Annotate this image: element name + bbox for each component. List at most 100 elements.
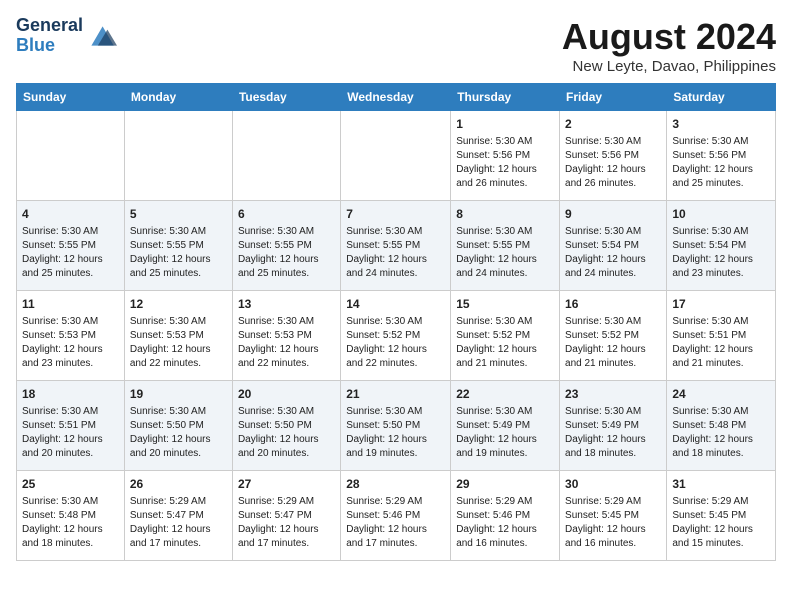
calendar-cell: 2 Sunrise: 5:30 AMSunset: 5:56 PMDaylight… xyxy=(560,111,667,201)
calendar-cell: 14Sunrise: 5:30 AMSunset: 5:52 PMDayligh… xyxy=(341,291,451,381)
day-detail: Sunrise: 5:30 AMSunset: 5:48 PMDaylight:… xyxy=(672,405,770,461)
calendar-cell: 10 Sunrise: 5:30 AMSunset: 5:54 PMDayligh… xyxy=(667,201,776,291)
calendar-week-row: 4 Sunrise: 5:30 AMSunset: 5:55 PMDaylight… xyxy=(17,201,776,291)
day-detail: Sunrise: 5:30 AMSunset: 5:51 PMDaylight:… xyxy=(22,405,119,461)
day-detail: Sunrise: 5:30 AMSunset: 5:48 PMDaylight:… xyxy=(22,495,119,551)
day-number: 6 xyxy=(238,206,335,223)
col-header-sunday: Sunday xyxy=(17,84,125,111)
day-detail: Sunrise: 5:29 AMSunset: 5:47 PMDaylight:… xyxy=(238,495,335,551)
day-detail: Sunrise: 5:30 AMSunset: 5:55 PMDaylight:… xyxy=(22,225,119,281)
day-number: 1 xyxy=(456,116,554,133)
day-detail: Sunrise: 5:30 AMSunset: 5:54 PMDaylight:… xyxy=(565,225,661,281)
day-detail: Sunrise: 5:29 AMSunset: 5:45 PMDaylight:… xyxy=(672,495,770,551)
day-number: 5 xyxy=(130,206,227,223)
day-number: 16 xyxy=(565,296,661,313)
col-header-thursday: Thursday xyxy=(451,84,560,111)
calendar-cell: 8 Sunrise: 5:30 AMSunset: 5:55 PMDaylight… xyxy=(451,201,560,291)
calendar-cell: 9 Sunrise: 5:30 AMSunset: 5:54 PMDaylight… xyxy=(560,201,667,291)
calendar-cell: 22Sunrise: 5:30 AMSunset: 5:49 PMDayligh… xyxy=(451,381,560,471)
calendar-cell: 26 Sunrise: 5:29 AMSunset: 5:47 PMDayligh… xyxy=(124,471,232,561)
calendar-week-row: 18 Sunrise: 5:30 AMSunset: 5:51 PMDayligh… xyxy=(17,381,776,471)
day-detail: Sunrise: 5:30 AMSunset: 5:55 PMDaylight:… xyxy=(346,225,445,281)
calendar-week-row: 11Sunrise: 5:30 AMSunset: 5:53 PMDayligh… xyxy=(17,291,776,381)
day-number: 24 xyxy=(672,386,770,403)
day-number: 8 xyxy=(456,206,554,223)
calendar-cell: 30 Sunrise: 5:29 AMSunset: 5:45 PMDayligh… xyxy=(560,471,667,561)
calendar-cell: 15Sunrise: 5:30 AMSunset: 5:52 PMDayligh… xyxy=(451,291,560,381)
col-header-wednesday: Wednesday xyxy=(341,84,451,111)
day-number: 9 xyxy=(565,206,661,223)
day-number: 28 xyxy=(346,476,445,493)
calendar-cell: 11Sunrise: 5:30 AMSunset: 5:53 PMDayligh… xyxy=(17,291,125,381)
day-detail: Sunrise: 5:30 AMSunset: 5:50 PMDaylight:… xyxy=(346,405,445,461)
location-subtitle: New Leyte, Davao, Philippines xyxy=(562,58,776,75)
col-header-tuesday: Tuesday xyxy=(232,84,340,111)
col-header-saturday: Saturday xyxy=(667,84,776,111)
day-detail: Sunrise: 5:30 AMSunset: 5:50 PMDaylight:… xyxy=(238,405,335,461)
day-number: 17 xyxy=(672,296,770,313)
day-detail: Sunrise: 5:29 AMSunset: 5:45 PMDaylight:… xyxy=(565,495,661,551)
calendar-cell: 13 Sunrise: 5:30 AMSunset: 5:53 PMDayligh… xyxy=(232,291,340,381)
calendar-week-row: 1 Sunrise: 5:30 AMSunset: 5:56 PMDaylight… xyxy=(17,111,776,201)
day-number: 26 xyxy=(130,476,227,493)
col-header-monday: Monday xyxy=(124,84,232,111)
page-header: GeneralBlue August 2024 New Leyte, Davao… xyxy=(16,16,776,75)
day-number: 3 xyxy=(672,116,770,133)
day-number: 22 xyxy=(456,386,554,403)
day-number: 4 xyxy=(22,206,119,223)
day-detail: Sunrise: 5:30 AMSunset: 5:53 PMDaylight:… xyxy=(130,315,227,371)
calendar-cell: 18 Sunrise: 5:30 AMSunset: 5:51 PMDayligh… xyxy=(17,381,125,471)
day-number: 7 xyxy=(346,206,445,223)
day-detail: Sunrise: 5:30 AMSunset: 5:56 PMDaylight:… xyxy=(565,135,661,191)
calendar-cell: 31 Sunrise: 5:29 AMSunset: 5:45 PMDayligh… xyxy=(667,471,776,561)
calendar-cell: 17Sunrise: 5:30 AMSunset: 5:51 PMDayligh… xyxy=(667,291,776,381)
logo-icon xyxy=(85,22,117,50)
day-detail: Sunrise: 5:30 AMSunset: 5:55 PMDaylight:… xyxy=(456,225,554,281)
day-detail: Sunrise: 5:30 AMSunset: 5:50 PMDaylight:… xyxy=(130,405,227,461)
day-number: 27 xyxy=(238,476,335,493)
calendar-cell: 4 Sunrise: 5:30 AMSunset: 5:55 PMDaylight… xyxy=(17,201,125,291)
calendar-cell: 7 Sunrise: 5:30 AMSunset: 5:55 PMDaylight… xyxy=(341,201,451,291)
day-number: 19 xyxy=(130,386,227,403)
day-detail: Sunrise: 5:30 AMSunset: 5:54 PMDaylight:… xyxy=(672,225,770,281)
calendar-cell: 24 Sunrise: 5:30 AMSunset: 5:48 PMDayligh… xyxy=(667,381,776,471)
day-number: 31 xyxy=(672,476,770,493)
calendar-cell: 27 Sunrise: 5:29 AMSunset: 5:47 PMDayligh… xyxy=(232,471,340,561)
calendar-cell: 3Sunrise: 5:30 AMSunset: 5:56 PMDaylight… xyxy=(667,111,776,201)
day-number: 25 xyxy=(22,476,119,493)
day-number: 13 xyxy=(238,296,335,313)
day-detail: Sunrise: 5:30 AMSunset: 5:53 PMDaylight:… xyxy=(22,315,119,371)
calendar-cell: 29Sunrise: 5:29 AMSunset: 5:46 PMDayligh… xyxy=(451,471,560,561)
calendar-cell xyxy=(17,111,125,201)
month-year-title: August 2024 xyxy=(562,16,776,58)
day-number: 2 xyxy=(565,116,661,133)
day-number: 21 xyxy=(346,386,445,403)
calendar-cell xyxy=(124,111,232,201)
calendar-table: SundayMondayTuesdayWednesdayThursdayFrid… xyxy=(16,83,776,561)
day-detail: Sunrise: 5:30 AMSunset: 5:56 PMDaylight:… xyxy=(456,135,554,191)
calendar-cell: 23Sunrise: 5:30 AMSunset: 5:49 PMDayligh… xyxy=(560,381,667,471)
day-number: 12 xyxy=(130,296,227,313)
day-detail: Sunrise: 5:30 AMSunset: 5:52 PMDaylight:… xyxy=(565,315,661,371)
calendar-cell: 25 Sunrise: 5:30 AMSunset: 5:48 PMDayligh… xyxy=(17,471,125,561)
calendar-cell: 28 Sunrise: 5:29 AMSunset: 5:46 PMDayligh… xyxy=(341,471,451,561)
calendar-week-row: 25 Sunrise: 5:30 AMSunset: 5:48 PMDayligh… xyxy=(17,471,776,561)
day-number: 20 xyxy=(238,386,335,403)
calendar-cell: 12 Sunrise: 5:30 AMSunset: 5:53 PMDayligh… xyxy=(124,291,232,381)
calendar-cell: 19 Sunrise: 5:30 AMSunset: 5:50 PMDayligh… xyxy=(124,381,232,471)
calendar-cell: 1 Sunrise: 5:30 AMSunset: 5:56 PMDaylight… xyxy=(451,111,560,201)
day-number: 10 xyxy=(672,206,770,223)
day-detail: Sunrise: 5:29 AMSunset: 5:46 PMDaylight:… xyxy=(346,495,445,551)
day-detail: Sunrise: 5:29 AMSunset: 5:47 PMDaylight:… xyxy=(130,495,227,551)
day-detail: Sunrise: 5:29 AMSunset: 5:46 PMDaylight:… xyxy=(456,495,554,551)
day-number: 30 xyxy=(565,476,661,493)
calendar-cell: 16 Sunrise: 5:30 AMSunset: 5:52 PMDayligh… xyxy=(560,291,667,381)
calendar-cell xyxy=(232,111,340,201)
day-number: 18 xyxy=(22,386,119,403)
calendar-cell: 5Sunrise: 5:30 AMSunset: 5:55 PMDaylight… xyxy=(124,201,232,291)
day-detail: Sunrise: 5:30 AMSunset: 5:52 PMDaylight:… xyxy=(456,315,554,371)
logo-text: GeneralBlue xyxy=(16,16,83,56)
day-detail: Sunrise: 5:30 AMSunset: 5:53 PMDaylight:… xyxy=(238,315,335,371)
logo: GeneralBlue xyxy=(16,16,117,56)
calendar-cell xyxy=(341,111,451,201)
